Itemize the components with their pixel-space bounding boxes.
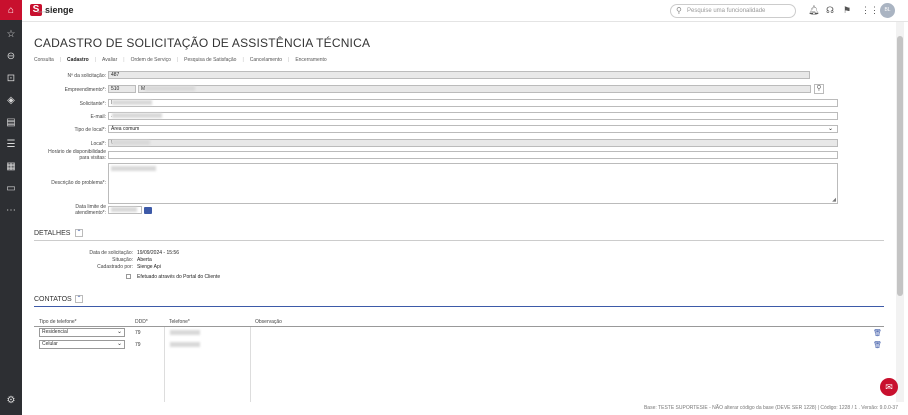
data-limite-field[interactable] bbox=[108, 206, 142, 214]
telefone-cell[interactable] bbox=[164, 326, 251, 339]
resize-handle-icon[interactable]: ◢ bbox=[832, 197, 836, 203]
portal-checkbox[interactable] bbox=[126, 274, 131, 279]
col-ddd: DDD* bbox=[130, 318, 164, 327]
contatos-title: CONTATOS bbox=[34, 296, 72, 303]
tipo-local-label: Tipo de local*: bbox=[74, 127, 107, 133]
box-icon[interactable]: ⊡ bbox=[0, 70, 22, 86]
tipo-telefone-select[interactable]: Residencial ⌄ bbox=[39, 328, 125, 338]
tab-encerramento[interactable]: Encerramento bbox=[295, 57, 326, 63]
data-limite-label-2: atendimento*: bbox=[75, 210, 106, 216]
cadastrado-label: Cadastrado por: bbox=[97, 264, 133, 270]
apps-grid-icon[interactable]: ⋮⋮ bbox=[861, 5, 879, 16]
telefone-cell[interactable] bbox=[164, 338, 251, 351]
solicitante-label: Solicitante*: bbox=[79, 101, 106, 107]
tipo-telefone-select[interactable]: Celular ⌄ bbox=[39, 340, 125, 349]
table-row: Residencial ⌄ 79 🗑︎ bbox=[34, 326, 884, 339]
tipo-telefone-value: Residencial bbox=[42, 329, 68, 336]
numero-label: Nº da solicitação: bbox=[67, 73, 106, 79]
tab-bar: Consulta | Cadastro | Avaliar | Ordem de Se… bbox=[34, 57, 327, 63]
descricao-label: Descrição do problema*: bbox=[51, 180, 106, 186]
solicitante-field[interactable]: I bbox=[108, 99, 838, 107]
calendar-icon[interactable] bbox=[144, 207, 152, 214]
table-row: Celular ⌄ 79 🗑︎ bbox=[34, 338, 884, 351]
tipo-telefone-value: Celular bbox=[42, 341, 58, 347]
data-solicitacao-value: 19/09/2024 - 15:56 bbox=[137, 250, 179, 256]
local-label: Local*: bbox=[90, 141, 106, 147]
cadastrado-value: Sienge Api bbox=[137, 264, 161, 270]
situacao-label: Situação: bbox=[112, 257, 133, 263]
ddd-cell[interactable]: 79 bbox=[130, 326, 165, 339]
page-title: CADASTRO DE SOLICITAÇÃO DE ASSISTÊNCIA T… bbox=[34, 36, 371, 50]
contatos-divider bbox=[34, 306, 884, 307]
brand-sub: SOFTPLAN bbox=[37, 10, 53, 14]
search-placeholder: Pesquise uma funcionalidade bbox=[687, 8, 766, 14]
lookup-search-icon[interactable]: ⚲ bbox=[814, 84, 824, 94]
tab-avaliar[interactable]: Avaliar bbox=[102, 57, 117, 63]
col-observacao: Observação bbox=[250, 318, 884, 327]
empreendimento-name-field: M bbox=[138, 85, 811, 93]
bell-icon[interactable]: 🔔︎ bbox=[808, 5, 819, 16]
megaphone-icon[interactable]: ⚑ bbox=[843, 5, 851, 16]
home-icon[interactable]: ⌂ bbox=[0, 0, 22, 20]
detalhes-title: DETALHES bbox=[34, 230, 71, 237]
document-icon[interactable]: ▤ bbox=[0, 114, 22, 130]
detalhes-divider bbox=[34, 240, 884, 241]
empreendimento-code-field[interactable]: 510 bbox=[108, 85, 136, 93]
scrollbar-thumb[interactable] bbox=[897, 36, 903, 296]
collapse-detalhes-icon[interactable]: ⌃ bbox=[75, 229, 83, 237]
more-icon[interactable]: ⋯ bbox=[0, 202, 22, 218]
page-scrollbar[interactable] bbox=[896, 22, 904, 402]
data-solicitacao-label: Data de solicitação: bbox=[89, 250, 133, 256]
footer-info: Base: TESTE SUPORTESIE - NÃO alterar cód… bbox=[643, 405, 898, 411]
gear-icon[interactable]: ⚙ bbox=[0, 392, 22, 408]
descricao-textarea[interactable]: ◢ bbox=[108, 163, 838, 204]
col-telefone: Telefone* bbox=[164, 318, 250, 327]
chevron-down-icon: ⌄ bbox=[827, 126, 833, 132]
coins-icon[interactable]: ◈ bbox=[0, 92, 22, 108]
email-field[interactable]: . bbox=[108, 112, 838, 120]
table-row bbox=[34, 350, 884, 402]
search-icon: ⚲ bbox=[676, 6, 682, 15]
portal-label: Efetuado através do Portal do Cliente bbox=[137, 274, 221, 280]
headset-icon[interactable]: ☊ bbox=[826, 5, 834, 16]
list-icon[interactable]: ☰ bbox=[0, 136, 22, 152]
col-tipo: Tipo de telefone* bbox=[34, 318, 130, 327]
numero-field: 487 bbox=[108, 71, 810, 79]
tipo-local-select[interactable]: Área comum ⌄ bbox=[108, 125, 838, 133]
empreendimento-code: 510 bbox=[111, 86, 120, 92]
left-rail: ⌂ ☆ ⊖ ⊡ ◈ ▤ ☰ ▦ ▭ ⋯ ⚙ bbox=[0, 0, 22, 415]
chevron-down-icon: ⌄ bbox=[116, 329, 122, 336]
numero-value: 487 bbox=[111, 72, 120, 78]
tab-ordem-servico[interactable]: Ordem de Serviço bbox=[131, 57, 171, 63]
observacao-cell[interactable]: 🗑︎ bbox=[250, 339, 884, 351]
observacao-cell[interactable]: 🗑︎ bbox=[250, 327, 884, 339]
compass-icon[interactable]: ⊖ bbox=[0, 48, 22, 64]
chat-fab-icon[interactable]: ✉ bbox=[880, 378, 898, 396]
main-content: CADASTRO DE SOLICITAÇÃO DE ASSISTÊNCIA T… bbox=[22, 22, 896, 402]
tipo-local-value: Área comum bbox=[111, 126, 140, 132]
star-icon[interactable]: ☆ bbox=[0, 26, 22, 42]
tab-cadastro[interactable]: Cadastro bbox=[67, 57, 89, 63]
avatar[interactable]: BL bbox=[880, 3, 895, 18]
building-icon[interactable]: ▦ bbox=[0, 158, 22, 174]
email-label: E-mail: bbox=[90, 114, 106, 120]
monitor-icon[interactable]: ▭ bbox=[0, 180, 22, 196]
tab-cancelamento[interactable]: Cancelamento bbox=[250, 57, 282, 63]
tab-pesquisa[interactable]: Pesquisa de Satisfação bbox=[184, 57, 236, 63]
empreendimento-label: Empreendimento*: bbox=[64, 87, 106, 93]
collapse-contatos-icon[interactable]: ⌃ bbox=[75, 295, 83, 303]
horario-label-2: para visitas: bbox=[79, 155, 106, 161]
situacao-value: Aberta bbox=[137, 257, 152, 263]
contatos-table: Tipo de telefone* DDD* Telefone* Observa… bbox=[34, 318, 884, 402]
top-bar: S sienge SOFTPLAN ⚲ Pesquise uma funcion… bbox=[22, 0, 908, 22]
tab-consulta[interactable]: Consulta bbox=[34, 57, 54, 63]
ddd-cell[interactable]: 79 bbox=[130, 338, 165, 351]
trash-icon[interactable]: 🗑︎ bbox=[873, 341, 882, 349]
local-field[interactable]: \ bbox=[108, 139, 838, 147]
chevron-down-icon: ⌄ bbox=[116, 341, 122, 347]
horario-field[interactable] bbox=[108, 151, 838, 159]
search-input[interactable]: ⚲ Pesquise uma funcionalidade bbox=[670, 4, 796, 18]
trash-icon[interactable]: 🗑︎ bbox=[873, 329, 882, 337]
